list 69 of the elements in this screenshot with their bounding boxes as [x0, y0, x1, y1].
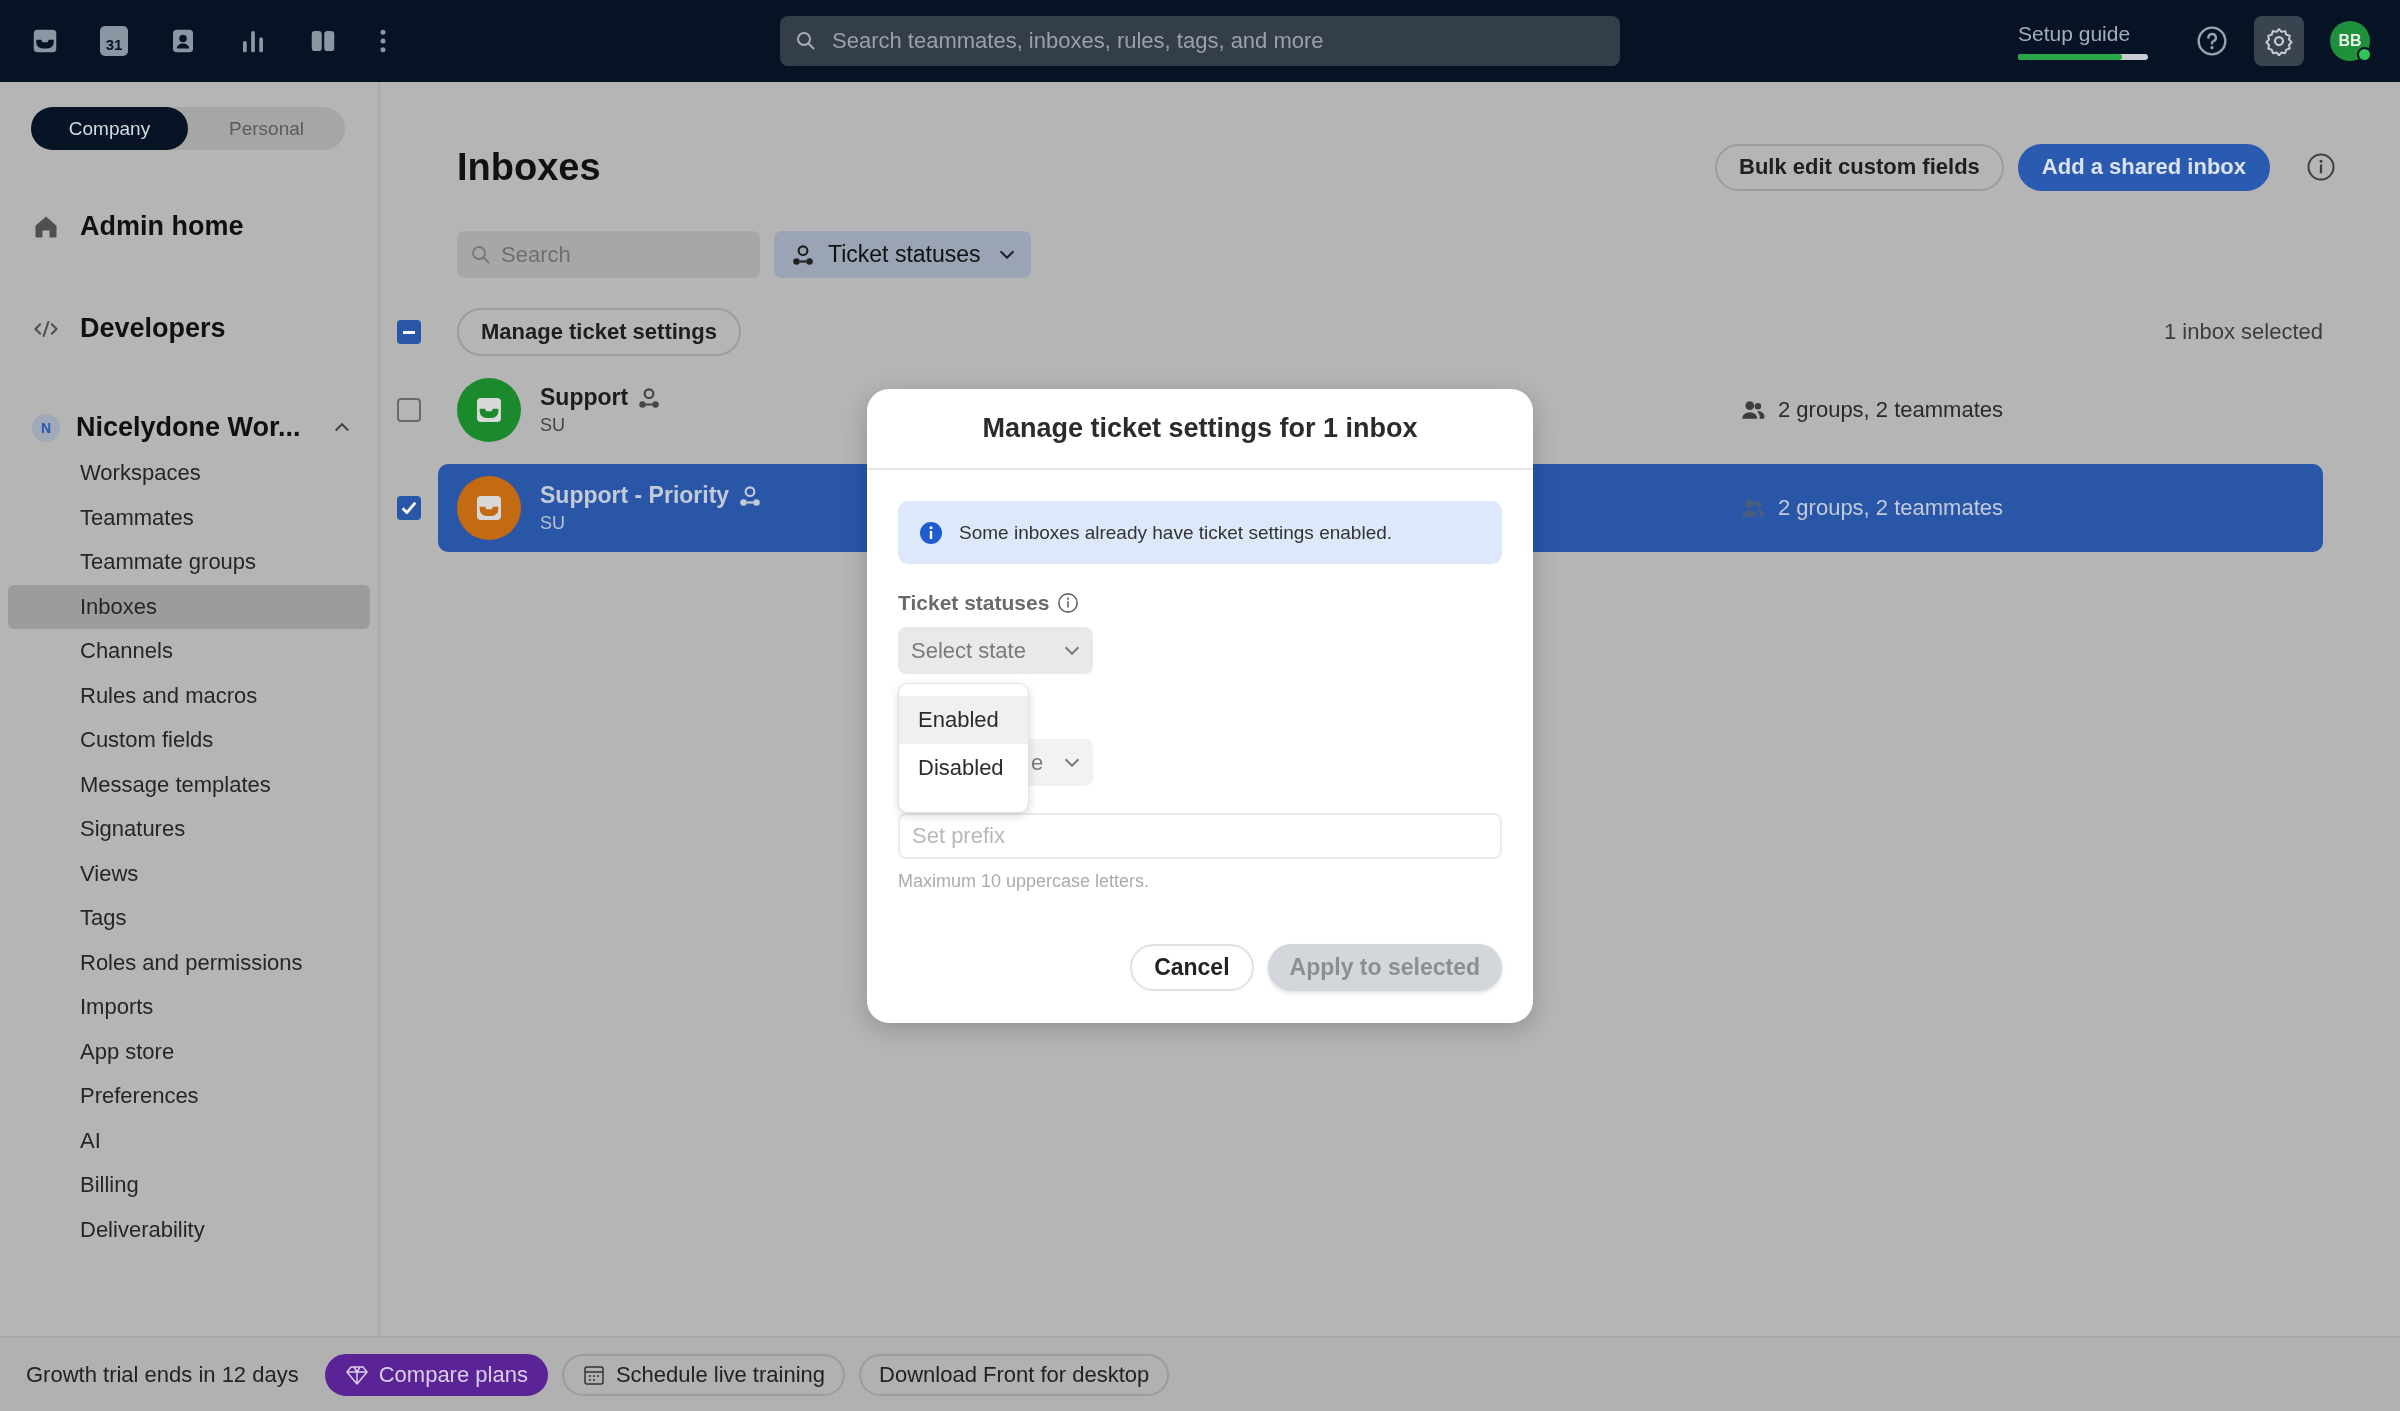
- sidebar-item[interactable]: App store: [8, 1029, 370, 1074]
- compare-plans-button[interactable]: Compare plans: [324, 1353, 548, 1396]
- sidebar-item[interactable]: Billing: [8, 1163, 370, 1208]
- user-avatar[interactable]: BB: [2330, 21, 2370, 61]
- row-checkbox[interactable]: [397, 496, 421, 520]
- search-field[interactable]: Search: [457, 231, 760, 278]
- sidebar-item[interactable]: Teammate groups: [8, 540, 370, 585]
- inbox-name: Support - Priority: [540, 482, 730, 509]
- search-icon: [471, 245, 491, 265]
- select-all-checkbox[interactable]: [397, 320, 421, 344]
- developers-link[interactable]: Developers: [32, 313, 378, 344]
- page-title: Inboxes: [457, 145, 601, 189]
- sidebar-item[interactable]: Teammates: [8, 495, 370, 540]
- inbox-name: Support: [540, 384, 629, 411]
- sidebar-item[interactable]: Imports: [8, 985, 370, 1030]
- checkmark-icon: [402, 502, 416, 514]
- online-status-dot: [2357, 47, 2372, 62]
- sidebar-item[interactable]: Message templates: [8, 762, 370, 807]
- prefix-field[interactable]: Set prefix: [898, 813, 1502, 859]
- menu-option[interactable]: Enabled: [899, 696, 1028, 744]
- menu-option[interactable]: Disabled: [899, 744, 1028, 792]
- state-select[interactable]: Select state: [898, 627, 1093, 674]
- members-summary: 2 groups, 2 teammates: [1778, 397, 2003, 423]
- global-search-field[interactable]: Search teammates, inboxes, rules, tags, and more: [780, 16, 1620, 66]
- sidebar-item[interactable]: Rules and macros: [8, 673, 370, 718]
- info-icon[interactable]: [1057, 592, 1080, 614]
- workspace-header[interactable]: N Nicelydone Wor...: [32, 412, 352, 443]
- schedule-training-button[interactable]: Schedule live training: [561, 1353, 846, 1396]
- info-icon[interactable]: [2306, 152, 2336, 182]
- selection-count: 1 inbox selected: [2164, 319, 2323, 345]
- chevron-down-icon: [998, 250, 1015, 259]
- download-desktop-button[interactable]: Download Front for desktop: [859, 1353, 1170, 1396]
- trial-notice: Growth trial ends in 12 days: [26, 1361, 299, 1388]
- sidebar-item[interactable]: Preferences: [8, 1074, 370, 1119]
- notice-text: Some inboxes already have ticket settings enabled.: [959, 521, 1393, 544]
- manage-ticket-settings-button[interactable]: Manage ticket settings: [457, 308, 741, 356]
- sidebar-item[interactable]: Channels: [8, 629, 370, 674]
- sidebar-item[interactable]: Workspaces: [8, 451, 370, 496]
- sidebar-item[interactable]: Signatures: [8, 807, 370, 852]
- inbox-initials: SU: [540, 415, 566, 436]
- sidebar-item[interactable]: Deliverability: [8, 1207, 370, 1252]
- field-label: Ticket statuses: [898, 591, 1050, 615]
- settings-icon: [2264, 26, 2294, 56]
- sidebar-item[interactable]: Inboxes: [8, 584, 370, 629]
- ticket-statuses-filter[interactable]: Ticket statuses: [774, 231, 1031, 278]
- field-hint: Maximum 10 uppercase letters.: [898, 871, 1151, 892]
- bulk-edit-button[interactable]: Bulk edit custom fields: [1715, 143, 2004, 191]
- sidebar-item[interactable]: Views: [8, 851, 370, 896]
- add-inbox-button[interactable]: Add a shared inbox: [2017, 143, 2270, 191]
- inbox-initials: SU: [540, 513, 566, 534]
- sidebar-item[interactable]: Tags: [8, 896, 370, 941]
- calendar-button[interactable]: 31: [100, 26, 128, 56]
- search-icon: [796, 31, 816, 51]
- help-icon[interactable]: [2196, 25, 2228, 57]
- cancel-button[interactable]: Cancel: [1130, 944, 1254, 991]
- setup-guide-link[interactable]: Setup guide: [2018, 22, 2148, 46]
- admin-home-link[interactable]: Admin home: [32, 211, 378, 242]
- members-summary: 2 groups, 2 teammates: [1778, 495, 2003, 521]
- scope-tab[interactable]: Company: [31, 107, 188, 150]
- row-checkbox[interactable]: [397, 398, 421, 422]
- settings-button[interactable]: [2254, 16, 2304, 66]
- dialog-title: Manage ticket settings for 1 inbox: [982, 413, 1418, 444]
- sidebar-item[interactable]: AI: [8, 1118, 370, 1163]
- chevron-down-icon: [1064, 646, 1080, 655]
- sidebar-item[interactable]: Custom fields: [8, 718, 370, 763]
- sidebar-item[interactable]: Roles and permissions: [8, 940, 370, 985]
- chevron-down-icon: [1064, 758, 1080, 767]
- info-icon: [919, 520, 943, 545]
- workspace-avatar: N: [32, 413, 60, 442]
